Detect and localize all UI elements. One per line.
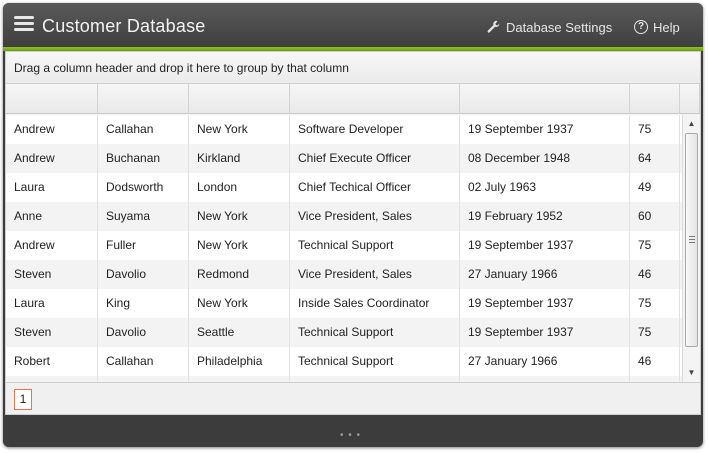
app-window: Customer Database Database Settings ? He…	[3, 3, 703, 447]
cell-first-name: Andrew	[6, 115, 98, 144]
cell-age: 64	[630, 144, 680, 173]
cell-age: 49	[630, 173, 680, 202]
database-settings-label: Database Settings	[506, 19, 613, 35]
cell-birth-date: 27 January 1966	[460, 347, 630, 376]
cell-title: Inside Sales Coordinator	[290, 289, 460, 318]
cell-title: Technical Support	[290, 231, 460, 260]
cell-city: Seattle	[189, 318, 290, 347]
help-button[interactable]: ? Help	[634, 18, 680, 36]
scroll-up-arrow-icon[interactable]: ▲	[683, 117, 700, 131]
cell-last-name: Davolio	[98, 260, 189, 289]
column-header-last-name[interactable]	[98, 84, 189, 114]
table-row[interactable]: Andrew Fuller New York Technical Support…	[6, 231, 700, 260]
wrench-icon	[487, 20, 500, 33]
cell-last-name: Fuller	[98, 231, 189, 260]
vertical-scrollbar[interactable]: ▲ ▼	[682, 115, 700, 382]
cell-city: New York	[189, 289, 290, 318]
cell-title: Chief Techical Officer	[290, 173, 460, 202]
cell-age: 75	[630, 115, 680, 144]
cell-birth-date: 27 January 1966	[460, 260, 630, 289]
column-header-age[interactable]	[630, 84, 680, 114]
cell-title: Technical Support	[290, 318, 460, 347]
cell-first-name: Laura	[6, 173, 98, 202]
cell-city: New York	[189, 231, 290, 260]
cell-title: Technical Support	[290, 347, 460, 376]
table-row[interactable]: Andrew Callahan New York Software Develo…	[6, 115, 700, 144]
cell-first-name: Andrew	[6, 144, 98, 173]
table-row[interactable]: Andrew Buchanan Kirkland Chief Execute O…	[6, 144, 700, 173]
cell-age: 60	[630, 202, 680, 231]
cell-last-name: Suyama	[98, 202, 189, 231]
grid-panel: Drag a column header and drop it here to…	[5, 51, 701, 415]
column-header-title[interactable]	[290, 84, 460, 114]
page-button-current[interactable]: 1	[14, 389, 32, 410]
cell-age: 46	[630, 347, 680, 376]
database-settings-button[interactable]: Database Settings	[487, 18, 612, 36]
cell-age: 75	[630, 231, 680, 260]
cell-first-name: Robert	[6, 347, 98, 376]
cell-city: Kirkland	[189, 144, 290, 173]
app-title: Customer Database	[42, 16, 206, 36]
cell-last-name: Dodsworth	[98, 173, 189, 202]
cell-birth-date: 19 February 1952	[460, 202, 630, 231]
cell-birth-date: 19 September 1937	[460, 318, 630, 347]
grid-body: Andrew Callahan New York Software Develo…	[6, 115, 700, 382]
resize-grip-icon[interactable]: • • •	[340, 430, 361, 441]
table-row[interactable]: Anne Suyama New York Vice President, Sal…	[6, 202, 700, 231]
cell-city: London	[189, 173, 290, 202]
menu-icon[interactable]	[14, 16, 34, 32]
cell-first-name: Steven	[6, 260, 98, 289]
cell-age: 75	[630, 289, 680, 318]
cell-title: Vice President, Sales	[290, 202, 460, 231]
column-header-first-name[interactable]	[6, 84, 98, 114]
cell-last-name: Callahan	[98, 347, 189, 376]
cell-last-name: Buchanan	[98, 144, 189, 173]
cell-city: Redmond	[189, 260, 290, 289]
cell-city: New York	[189, 115, 290, 144]
cell-age: 46	[630, 260, 680, 289]
table-row[interactable]: Steven Davolio Redmond Vice President, S…	[6, 260, 700, 289]
cell-first-name: Andrew	[6, 231, 98, 260]
grid-header	[6, 84, 700, 114]
column-header-birth-date[interactable]	[460, 84, 630, 114]
cell-birth-date: 19 September 1937	[460, 231, 630, 260]
cell-birth-date: 19 September 1937	[460, 289, 630, 318]
table-row[interactable]: Laura King New York Inside Sales Coordin…	[6, 289, 700, 318]
table-row[interactable]: Laura Dodsworth London Chief Techical Of…	[6, 173, 700, 202]
group-drop-area[interactable]: Drag a column header and drop it here to…	[6, 52, 700, 84]
title-bar: Customer Database Database Settings ? He…	[3, 3, 703, 51]
grip-icon	[689, 236, 695, 245]
column-header-spacer	[680, 84, 700, 114]
cell-birth-date: 08 December 1948	[460, 144, 630, 173]
cell-city: Philadelphia	[189, 347, 290, 376]
cell-age: 75	[630, 318, 680, 347]
scroll-down-arrow-icon[interactable]: ▼	[683, 366, 700, 380]
cell-title: Chief Execute Officer	[290, 144, 460, 173]
cell-first-name: Laura	[6, 289, 98, 318]
cell-last-name: King	[98, 289, 189, 318]
cell-first-name: Steven	[6, 318, 98, 347]
column-header-city[interactable]	[189, 84, 290, 114]
cell-last-name: Callahan	[98, 115, 189, 144]
cell-last-name: Davolio	[98, 318, 189, 347]
scrollbar-thumb[interactable]	[685, 133, 698, 347]
help-icon: ?	[634, 20, 648, 34]
table-row[interactable]: Robert Callahan Philadelphia Technical S…	[6, 347, 700, 376]
cell-title: Vice President, Sales	[290, 260, 460, 289]
pager: 1	[6, 382, 700, 414]
cell-city: New York	[189, 202, 290, 231]
cell-birth-date: 02 July 1963	[460, 173, 630, 202]
help-label: Help	[653, 19, 680, 35]
cell-first-name: Anne	[6, 202, 98, 231]
cell-title: Software Developer	[290, 115, 460, 144]
table-row[interactable]: Steven Davolio Seattle Technical Support…	[6, 318, 700, 347]
cell-birth-date: 19 September 1937	[460, 115, 630, 144]
